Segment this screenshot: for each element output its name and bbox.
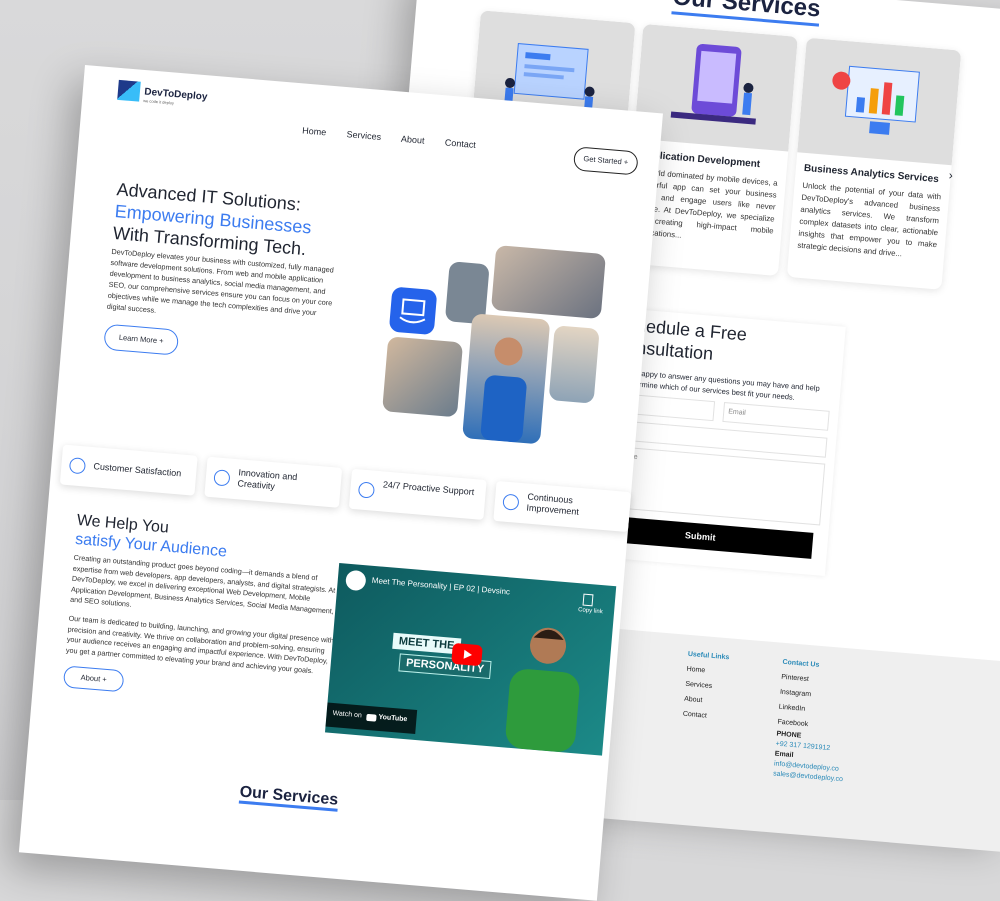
front-page-mockup: DevToDeploy we code it deploy Home Servi… — [18, 65, 663, 901]
footer-link-contact[interactable]: Contact — [682, 707, 725, 725]
watch-on-label: Watch on — [332, 710, 363, 720]
youtube-label: YouTube — [378, 713, 408, 724]
watch-on-youtube[interactable]: Watch on YouTube — [325, 702, 418, 734]
team-photo-woman-tablet — [462, 313, 551, 445]
useful-links: Useful Links Home Services About Contact — [682, 647, 730, 725]
nav-contact[interactable]: Contact — [444, 137, 476, 150]
contact-us: Contact Us Pinterest Instagram LinkedIn … — [773, 655, 853, 785]
nav-services[interactable]: Services — [346, 129, 381, 142]
card-text: Unlock the potential of your data with D… — [797, 180, 942, 259]
about-button[interactable]: About + — [62, 665, 125, 693]
support-icon — [357, 481, 376, 499]
get-started-button[interactable]: Get Started + — [572, 146, 639, 176]
learn-more-button[interactable]: Learn More + — [103, 323, 180, 356]
feature-label: Continuous Improvement — [526, 491, 580, 517]
feature-innovation: Innovation and Creativity — [204, 456, 343, 508]
video-banner-1: MEET THE — [392, 632, 461, 655]
services-heading: Our Services — [671, 0, 822, 27]
feature-label: Customer Satisfaction — [93, 461, 182, 479]
nav-home[interactable]: Home — [302, 125, 327, 137]
footer: Useful Links Home Services About Contact… — [553, 624, 1000, 854]
feature-improvement: Continuous Improvement — [493, 480, 632, 533]
feature-customer-satisfaction: Customer Satisfaction — [59, 444, 198, 496]
analytics-badge-icon — [388, 286, 438, 336]
help-text: Creating an outstanding product goes bey… — [65, 553, 343, 679]
copy-icon — [582, 593, 594, 607]
feature-support: 24/7 Proactive Support — [348, 468, 487, 520]
presenter-figure — [505, 627, 580, 752]
main-nav: Home Services About Contact — [302, 125, 494, 151]
email-field[interactable]: Email — [722, 401, 830, 431]
service-card-analytics[interactable]: Business Analytics Services Unlock the p… — [786, 37, 962, 290]
team-photo-meeting — [490, 245, 606, 320]
improvement-icon — [502, 493, 520, 511]
carousel-next-icon[interactable]: › — [948, 168, 953, 182]
satisfaction-icon — [68, 457, 87, 475]
hero-photo-collage — [380, 237, 611, 459]
channel-avatar-icon — [345, 569, 367, 592]
bottom-services-heading: Our Services — [238, 783, 339, 812]
video-embed[interactable]: Meet The Personality | EP 02 | Devsinc C… — [324, 563, 617, 756]
logo[interactable]: DevToDeploy we code it deploy — [117, 79, 208, 107]
feature-label: Innovation and Creativity — [237, 467, 298, 492]
play-button-icon[interactable] — [451, 642, 483, 667]
feature-label: 24/7 Proactive Support — [382, 479, 475, 498]
logo-mark-icon — [117, 79, 141, 102]
analytics-illustration — [797, 37, 962, 166]
video-title[interactable]: Meet The Personality | EP 02 | Devsinc — [372, 576, 511, 597]
nav-about[interactable]: About — [401, 134, 425, 146]
team-photo-couple — [382, 336, 464, 418]
team-photo-woman-phone — [548, 325, 600, 404]
youtube-icon — [366, 713, 377, 722]
innovation-icon — [213, 469, 231, 487]
